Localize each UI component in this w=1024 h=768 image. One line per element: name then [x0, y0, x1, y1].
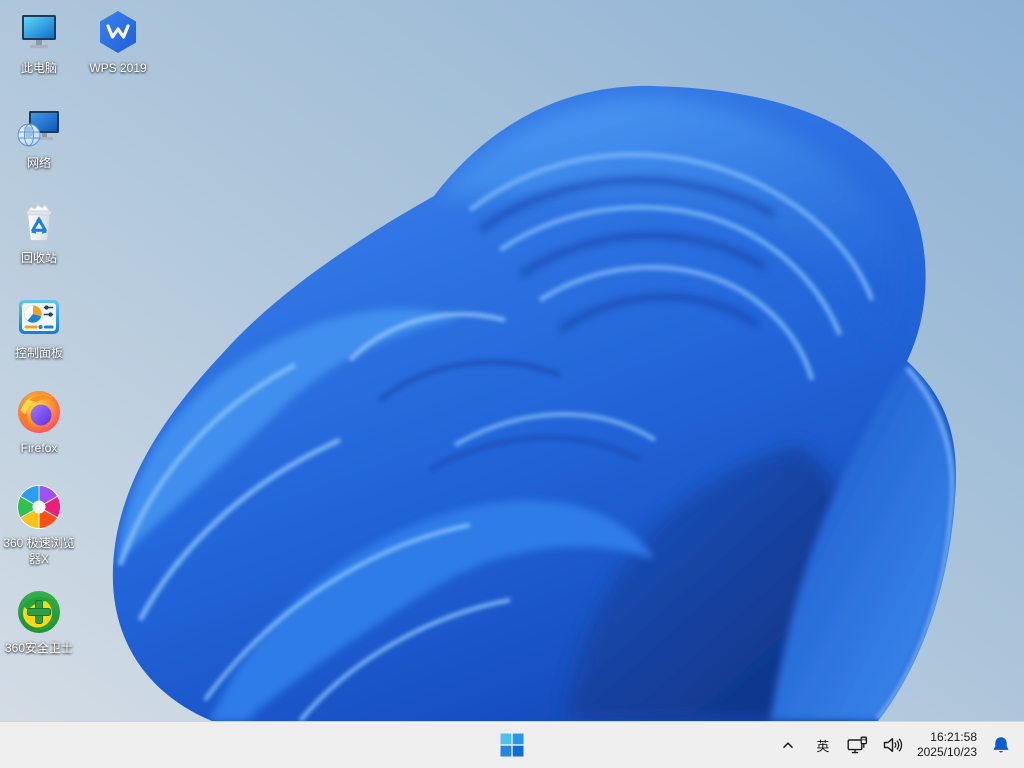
- firefox-icon: [18, 391, 60, 433]
- notification-bell-icon: [993, 737, 1009, 753]
- desktop-icon-label: WPS 2019: [89, 61, 147, 75]
- desktop-icon-recycle-bin[interactable]: 回收站: [15, 198, 63, 266]
- desktop-icon-label: 网络: [26, 156, 51, 170]
- desktop-icon-360-safety-guard[interactable]: 360安全卫士: [5, 588, 73, 656]
- taskbar: 英 16:21:58 2025/10/23: [0, 721, 1024, 768]
- desktop-icon-control-panel[interactable]: 控制面板: [15, 293, 63, 361]
- chevron-up-icon: [783, 742, 793, 748]
- desktop-icon-this-pc[interactable]: 此电脑: [15, 8, 63, 76]
- ime-indicator[interactable]: 英: [812, 728, 834, 762]
- desktop-icon-360-speed-browser[interactable]: 360 极速浏览器X: [2, 483, 76, 567]
- start-button[interactable]: [492, 725, 532, 765]
- wps-hexagon-icon: [100, 11, 136, 53]
- rainbow-pinwheel-icon: [17, 485, 61, 529]
- clock-time: 16:21:58: [930, 730, 977, 744]
- desktop-icon-wps-2019[interactable]: WPS 2019: [89, 8, 147, 76]
- network-globe-icon: [17, 111, 59, 147]
- system-tray: 英 16:21:58 2025/10/23: [777, 722, 1024, 768]
- bloom-wallpaper: [0, 0, 1024, 721]
- monitor-icon: [22, 15, 56, 49]
- ime-label: 英: [816, 738, 830, 754]
- taskbar-clock[interactable]: 16:21:58 2025/10/23: [917, 730, 977, 760]
- desktop-icon-label: 此电脑: [20, 61, 57, 75]
- wired-network-icon: [847, 736, 867, 753]
- green-cross-icon: [18, 591, 60, 633]
- volume-icon: [883, 738, 903, 752]
- control-panel-icon: [18, 300, 59, 334]
- desktop-icon-column-1: 此电脑 网络 回收站 控制面板 Firefox 360 极速浏览器X 360安全…: [1, 8, 77, 683]
- clock-date: 2025/10/23: [916, 745, 977, 759]
- desktop-icon-label: 360安全卫士: [4, 641, 74, 655]
- recycle-bin-icon: [25, 204, 53, 241]
- desktop-icon-label: 回收站: [20, 251, 57, 265]
- desktop-icon-label: 360 极速浏览器X: [3, 536, 75, 566]
- desktop-icon-label: 控制面板: [14, 346, 63, 360]
- tray-overflow-button[interactable]: [777, 728, 799, 762]
- windows-logo-icon: [500, 733, 524, 757]
- notification-button[interactable]: [990, 728, 1012, 762]
- windows-11-desktop: 此电脑 网络 回收站 控制面板 Firefox 360 极速浏览器X 360安全…: [0, 0, 1024, 768]
- volume-button[interactable]: [882, 728, 904, 762]
- desktop-icon-firefox[interactable]: Firefox: [15, 388, 63, 456]
- desktop-icon-column-2: WPS 2019: [80, 8, 156, 103]
- network-button[interactable]: [847, 728, 869, 762]
- desktop-icon-network[interactable]: 网络: [15, 103, 63, 171]
- desktop-icon-label: Firefox: [20, 441, 58, 455]
